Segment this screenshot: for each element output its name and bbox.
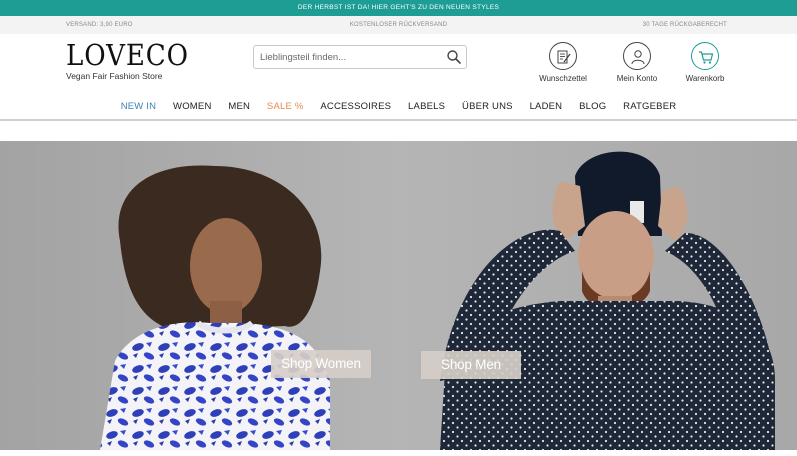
logo[interactable]: LOVECO Vegan Fair Fashion Store [66, 40, 188, 81]
cart-icon[interactable] [691, 42, 719, 70]
main-nav: NEW IN WOMEN MEN SALE % ACCESSOIRES LABE… [0, 97, 797, 119]
nav-item-women[interactable]: WOMEN [173, 97, 211, 117]
hero-image [0, 141, 797, 450]
promo-banner[interactable]: DER HERBST IST DA! HIER GEHT'S ZU DEN NE… [0, 0, 797, 16]
search-input[interactable] [260, 49, 440, 65]
cart-label[interactable]: Warenkorb [675, 74, 735, 83]
account-label[interactable]: Mein Konto [607, 74, 667, 83]
promo-text[interactable]: DER HERBST IST DA! HIER GEHT'S ZU DEN NE… [298, 4, 499, 11]
site-header: LOVECO Vegan Fair Fashion Store Wunschze… [0, 34, 797, 94]
nav-item-accessoires[interactable]: ACCESSOIRES [320, 97, 391, 117]
nav-item-men[interactable]: MEN [228, 97, 250, 117]
nav-item-sale[interactable]: SALE % [267, 97, 304, 117]
shop-men-button[interactable]: Shop Men [421, 351, 521, 379]
account-icon[interactable] [623, 42, 651, 70]
nav-item-ratgeber[interactable]: RATGEBER [623, 97, 676, 117]
nav-item-ueber-uns[interactable]: ÜBER UNS [462, 97, 513, 117]
nav-divider [0, 119, 797, 121]
search-box [253, 45, 467, 69]
nav-item-laden[interactable]: LADEN [530, 97, 563, 117]
nav-item-new-in[interactable]: NEW IN [121, 97, 157, 117]
wishlist-icon[interactable] [549, 42, 577, 70]
search-icon[interactable] [446, 49, 462, 65]
wishlist-label[interactable]: Wunschzettel [533, 74, 593, 83]
account-link[interactable]: Mein Konto [607, 42, 667, 83]
info-bar: VERSAND: 3,90 EURO KOSTENLOSER RÜCKVERSA… [0, 16, 797, 34]
shop-women-button[interactable]: Shop Women [271, 350, 371, 378]
hero-banner[interactable]: Shop Women Shop Men [0, 141, 797, 450]
cart-link[interactable]: Warenkorb [675, 42, 735, 83]
logo-text[interactable]: LOVECO [66, 40, 188, 70]
return-policy-info: 30 TAGE RÜCKGABERECHT [642, 22, 727, 28]
nav-item-labels[interactable]: LABELS [408, 97, 445, 117]
logo-tagline: Vegan Fair Fashion Store [66, 71, 163, 81]
wishlist-link[interactable]: Wunschzettel [533, 42, 593, 83]
nav-item-blog[interactable]: BLOG [579, 97, 606, 117]
